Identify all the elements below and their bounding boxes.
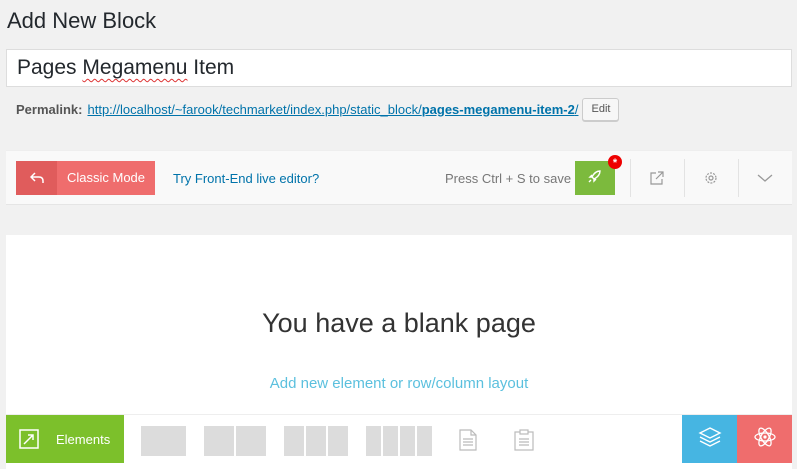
permalink-link[interactable]: http://localhost/~farook/techmarket/inde… <box>87 102 578 117</box>
title-text-end: Item <box>187 56 235 79</box>
permalink-row: Permalink: http://localhost/~farook/tech… <box>16 98 620 121</box>
classic-mode-label: Classic Mode <box>66 170 146 185</box>
layers-icon <box>697 426 722 453</box>
external-link-icon[interactable] <box>646 167 668 189</box>
document-icon[interactable] <box>458 428 478 452</box>
permalink-edit-button[interactable]: Edit <box>582 98 620 121</box>
bottom-layout-bar: Elements <box>6 414 792 463</box>
permalink-slug: pages-megamenu-item-2 <box>421 102 575 117</box>
title-text-misspelled: Megamenu <box>82 56 188 79</box>
unsaved-changes-badge: * <box>608 155 622 169</box>
toolbar-divider <box>738 159 739 197</box>
elements-label: Elements <box>56 431 111 447</box>
publish-button[interactable]: * <box>575 155 622 195</box>
clipboard-icon[interactable] <box>512 428 536 452</box>
layout-3-columns[interactable] <box>284 426 348 456</box>
page-title: Add New Block <box>7 8 157 33</box>
toolbar-divider <box>630 159 631 197</box>
layers-button[interactable] <box>682 415 737 463</box>
undo-arrow-icon <box>16 161 57 195</box>
layout-1-column[interactable] <box>141 426 186 456</box>
add-elements-button[interactable]: Elements <box>6 415 124 463</box>
gear-icon[interactable] <box>700 167 722 189</box>
title-input[interactable]: Pages Megamenu Item <box>6 49 792 87</box>
frontend-editor-link[interactable]: Try Front-End live editor? <box>173 171 319 186</box>
blank-page-title: You have a blank page <box>262 308 536 338</box>
chevron-down-icon[interactable] <box>754 167 776 189</box>
layout-4-columns[interactable] <box>366 426 432 456</box>
editor-toolbar: Classic Mode Try Front-End live editor? … <box>6 150 792 205</box>
rocket-icon <box>587 168 603 189</box>
layout-2-columns[interactable] <box>204 426 266 456</box>
atom-icon <box>753 425 777 454</box>
permalink-url-prefix: http://localhost/~farook/techmarket/inde… <box>87 102 422 117</box>
permalink-label: Permalink: <box>16 102 83 117</box>
expand-icon <box>6 429 52 449</box>
toolbar-divider <box>684 159 685 197</box>
title-text-start: Pages <box>17 56 83 79</box>
atom-button[interactable] <box>737 415 792 463</box>
save-shortcut-hint: Press Ctrl + S to save <box>445 171 572 186</box>
permalink-url-suffix: / <box>574 102 579 117</box>
add-element-link[interactable]: Add new element or row/column layout <box>6 375 792 392</box>
classic-mode-button[interactable]: Classic Mode <box>16 161 155 195</box>
